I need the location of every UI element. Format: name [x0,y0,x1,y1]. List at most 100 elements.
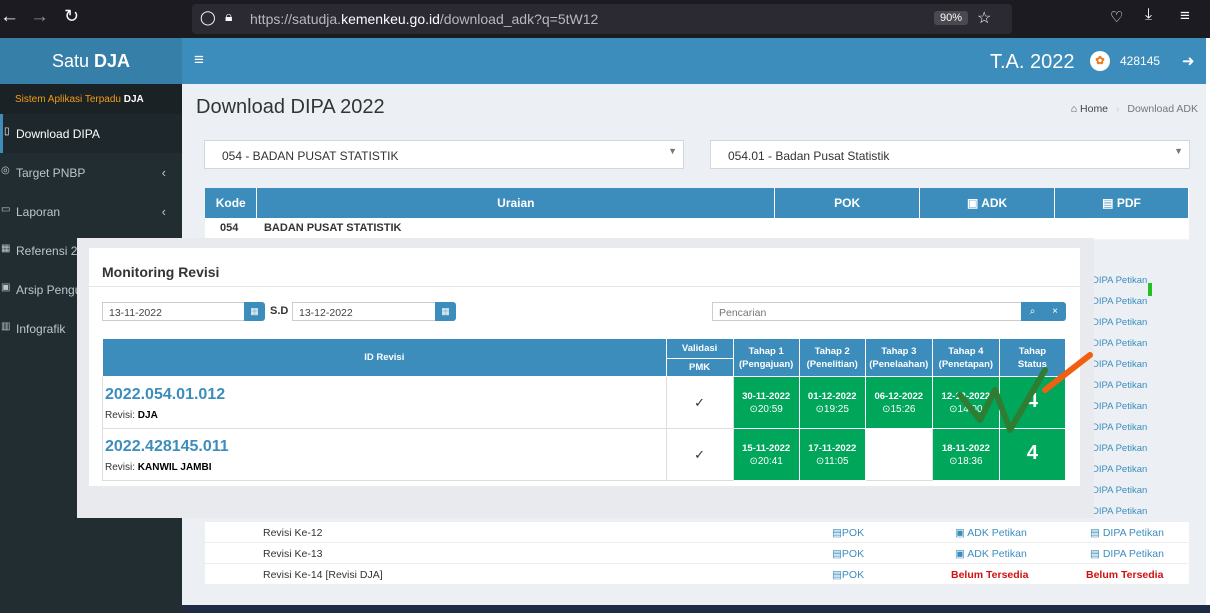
pok-link[interactable]: ▤POK [832,527,864,539]
chevron-left-icon: ‹ [161,204,166,219]
taskbar-edge [182,605,1210,613]
pok-link[interactable]: ▤POK [832,548,864,560]
url-text: https://satudja.kemenkeu.go.id/download_… [250,11,599,27]
modal-card: Monitoring Revisi ▦ S.D ▦ ⌕ × ID Revisi … [89,248,1080,486]
zoom-level[interactable]: 90% [934,11,969,25]
col-tahap1-b: (Pengajuan) [738,358,794,370]
sidebar-item-label: Target PNBP [16,166,86,180]
dipa-petikan-link[interactable]: DIPA Petikan [1092,464,1147,475]
forward-icon[interactable]: → [30,6,49,28]
revision-id-link[interactable]: 2022.054.01.012 [103,384,666,404]
orange-stroke [1042,352,1093,393]
tahap1-time: ⊙20:59 [749,403,783,415]
dipa-petikan-link[interactable]: DIPA Petikan [1092,296,1147,307]
sidebar-item-label: Referensi 20 [16,244,85,258]
tahap1-cell: 15-11-2022 ⊙20:41 [732,428,800,481]
tahap4-time: ⊙18:36 [949,455,983,467]
tahap2-date: 01-12-2022 [807,390,857,402]
pocket-icon[interactable]: ♡ [1110,8,1123,26]
annotation-checkmark-drawing [957,352,1093,433]
tahap1-date: 15-11-2022 [742,442,791,454]
download-icon[interactable]: ⤓ [1145,6,1152,24]
user-id[interactable]: 428145 [1120,54,1160,68]
close-icon: × [1052,306,1058,317]
revision-table: ID Revisi Validasi Tahap 1 (Pengajuan) Ta… [102,338,1067,481]
hamburger-icon[interactable]: ≡ [194,50,204,70]
dipa-petikan-link[interactable]: DIPA Petikan [1092,443,1147,454]
adk-petikan-link[interactable]: ▣ ADK Petikan [955,548,1027,560]
avatar[interactable]: ✿ [1090,51,1110,71]
sidebar-item-target-pnbp[interactable]: ◎ Target PNBP ‹ [0,153,182,192]
shield-icon: ◯ [200,9,216,25]
col-pdf: ▤ PDF [1054,188,1189,218]
dipa-petikan-link[interactable]: ▤ DIPA Petikan [1090,527,1164,539]
sidebar-item-laporan[interactable]: ▭ Laporan ‹ [0,192,182,231]
pdf-link-label: DIPA Petikan [1102,548,1164,560]
table-row: Revisi Ke-13 ▤POK ▣ ADK Petikan ▤ DIPA P… [205,543,1189,564]
browser-toolbar: ← → ↻ ◯ 🔒︎ https://satudja.kemenkeu.go.i… [0,0,1210,38]
logout-icon[interactable]: ➜ [1182,52,1195,70]
table-header: ID Revisi Validasi Tahap 1 (Pengajuan) Ta… [102,338,1067,377]
eselon-select[interactable]: 054.01 - Badan Pusat Statistik ▼ [710,140,1190,169]
pok-link[interactable]: ▤POK [832,569,864,581]
date-to-input[interactable] [292,302,436,321]
url-bar[interactable]: ◯ 🔒︎ https://satudja.kemenkeu.go.id/down… [192,4,1012,34]
breadcrumb-home[interactable]: Home [1080,103,1108,115]
col-adk: ▣ ADK [919,188,1056,218]
modal-title: Monitoring Revisi [102,264,220,280]
col-uraian: Uraian [256,188,776,218]
tahap2-time: ⊙11:05 [815,455,849,467]
col-tahap3: Tahap 3 (Penelaahan) [864,338,933,377]
calendar-icon[interactable]: ▦ [244,302,265,321]
tahap2-date: 17-11-2022 [808,442,857,454]
date-range-separator: S.D [270,305,289,317]
pdf-unavailable: Belum Tersedia [1086,569,1164,581]
app-subtitle: Sistem Aplikasi Terpadu DJA [0,84,182,114]
pok-link-label: POK [841,548,865,560]
sidebar-item-label: Arsip Pengu [16,283,82,297]
tahap3-cell [864,428,933,481]
sidebar-item-label: Laporan [16,205,61,219]
col-pmk: PMK [665,358,734,377]
menu-icon[interactable]: ≡ [1180,6,1190,26]
select-value: 054 - BADAN PUSAT STATISTIK [222,149,399,163]
bookmark-star-icon[interactable]: ☆ [977,8,991,28]
dipa-table: Kode Uraian POK ▣ ADK ▤ PDF 054 BADAN PU… [205,188,1189,240]
breadcrumb-current: Download ADK [1127,103,1198,115]
app-logo[interactable]: Satu DJA [0,38,182,84]
col-kode: Kode [205,188,258,218]
table-row: 2022.428145.011 Revisi: KANWIL JAMBI ✓ 1… [102,428,1067,481]
page-title: Download DIPA 2022 [196,96,385,118]
dipa-petikan-link[interactable]: DIPA Petikan [1092,275,1147,286]
pdf-link-label: DIPA Petikan [1102,527,1164,539]
tahap4-date: 18-11-2022 [941,442,990,454]
search-input[interactable] [712,302,1022,321]
revision-by: Revisi: KANWIL JAMBI [103,456,666,473]
date-from-input[interactable] [102,302,245,321]
table-icon: ▦ [1,243,11,254]
adk-petikan-link[interactable]: ▣ ADK Petikan [955,527,1027,539]
dipa-petikan-link[interactable]: ▤ DIPA Petikan [1090,548,1164,560]
revision-id-link[interactable]: 2022.428145.011 [103,436,666,456]
green-check-stroke [957,367,1048,433]
col-pok: POK [774,188,921,218]
pok-link-label: POK [841,569,865,581]
calendar-icon[interactable]: ▦ [435,302,456,321]
revision-rows: Revisi Ke-12 ▤POK ▣ ADK Petikan ▤ DIPA P… [205,522,1189,585]
search-button[interactable]: ⌕ [1021,302,1044,321]
clear-search-button[interactable]: × [1044,302,1066,321]
pdf-icon: ▤ [1102,196,1117,210]
dipa-petikan-link[interactable]: DIPA Petikan [1092,485,1147,496]
dipa-petikan-link[interactable]: DIPA Petikan [1092,338,1147,349]
satker-select[interactable]: 054 - BADAN PUSAT STATISTIK ▼ [204,140,684,169]
back-icon[interactable]: ← [0,6,19,28]
reload-icon[interactable]: ↻ [64,6,79,27]
col-id-revisi: ID Revisi [102,338,667,377]
fiscal-year: T.A. 2022 [990,51,1075,73]
sidebar-item-download-dipa[interactable]: ▯ Download DIPA [0,114,182,153]
target-icon: ◎ [1,165,10,176]
archive-icon: ▣ [1,282,11,293]
tahap2-time: ⊙19:25 [815,403,849,415]
dipa-petikan-link[interactable]: DIPA Petikan [1092,506,1147,517]
dipa-petikan-link[interactable]: DIPA Petikan [1092,317,1147,328]
